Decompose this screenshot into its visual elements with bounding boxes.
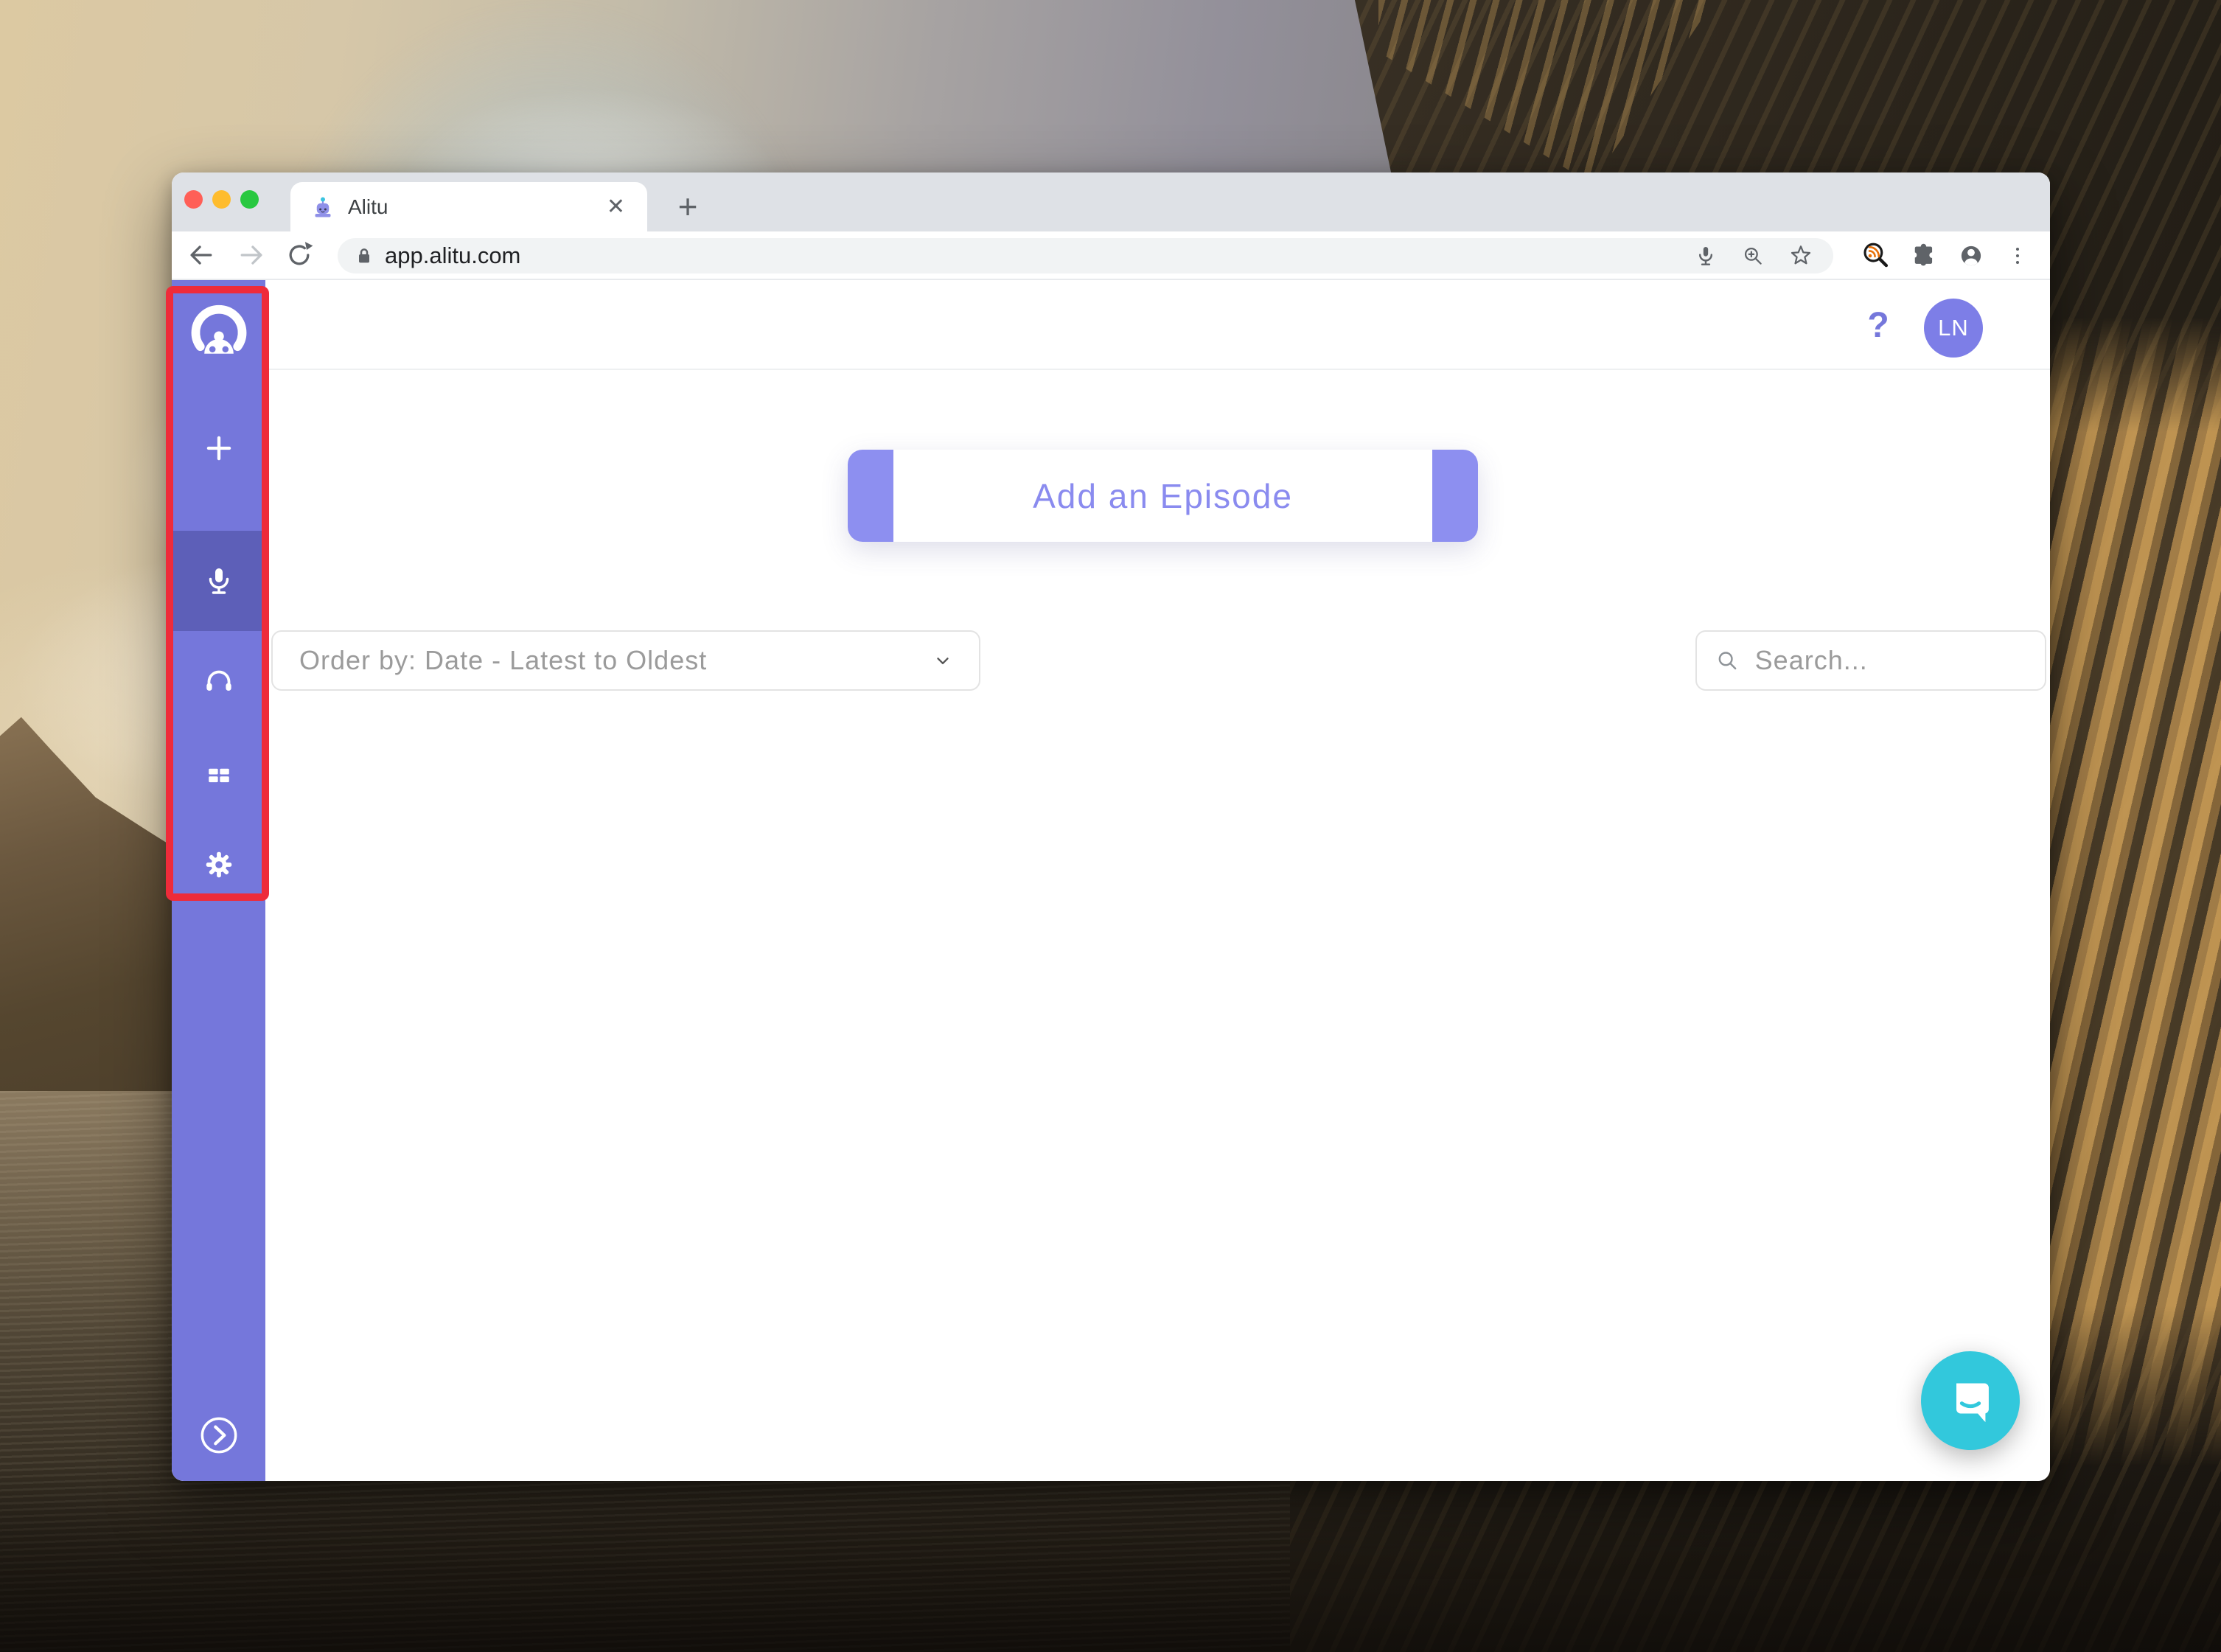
new-tab-button[interactable]: + xyxy=(664,183,711,230)
search-icon xyxy=(1718,652,1737,670)
robot-logo-icon xyxy=(191,304,246,354)
zoom-button[interactable] xyxy=(1740,243,1765,268)
lock-icon xyxy=(359,248,369,263)
reload-icon xyxy=(289,242,313,265)
order-by-value: Order by: Date - Latest to Oldest xyxy=(299,645,708,675)
grid-icon xyxy=(208,768,229,783)
back-arrow-icon xyxy=(190,245,212,265)
add-episode-button[interactable]: Add an Episode xyxy=(848,450,1478,542)
close-tab-icon[interactable]: ✕ xyxy=(604,194,628,220)
mic-icon xyxy=(1699,246,1712,265)
extensions-puzzle-icon xyxy=(1914,243,1933,266)
reload-button[interactable] xyxy=(282,238,316,272)
voice-search-button[interactable] xyxy=(1693,243,1718,268)
rss-finder-extension-button[interactable] xyxy=(1860,240,1891,271)
bookmark-button[interactable] xyxy=(1788,243,1814,269)
app-header xyxy=(265,280,2050,370)
alitu-app-page: ? LN Add an Episode Order by: Date - Lat… xyxy=(172,280,2050,1481)
sidebar-item-record[interactable] xyxy=(172,544,265,618)
tab-alitu[interactable]: Alitu ✕ xyxy=(290,182,647,231)
forward-arrow-icon xyxy=(240,245,262,265)
alitu-robot-favicon xyxy=(315,197,331,217)
address-bar[interactable]: app.alitu.com xyxy=(338,238,1833,273)
zoom-window-button[interactable] xyxy=(240,190,259,209)
user-avatar[interactable]: LN xyxy=(1924,299,1983,358)
sidebar-item-alitu-logo[interactable] xyxy=(172,300,265,374)
search-input[interactable] xyxy=(1753,644,2027,677)
back-button[interactable] xyxy=(184,238,217,272)
search-box xyxy=(1695,630,2046,691)
menu-kebab-icon xyxy=(2015,247,2020,265)
chevron-right-icon xyxy=(201,1417,237,1454)
rss-finder-extension-icon xyxy=(1863,243,1889,268)
sidebar-item-add[interactable] xyxy=(172,411,265,485)
sidebar-item-episodes[interactable] xyxy=(172,644,265,718)
minimize-window-button[interactable] xyxy=(212,190,231,209)
plus-icon xyxy=(206,436,231,461)
zoom-in-icon xyxy=(1744,247,1762,265)
window-controls xyxy=(184,190,259,209)
sidebar-collapse-button[interactable] xyxy=(172,1398,265,1472)
browser-window: Alitu ✕ + app.alitu.com ? LN Add an Epis… xyxy=(172,172,2050,1481)
intercom-chat-button[interactable] xyxy=(1921,1351,2020,1450)
add-episode-label: Add an Episode xyxy=(1033,476,1293,515)
sidebar-item-library[interactable] xyxy=(172,738,265,812)
headphones-icon xyxy=(206,670,231,691)
wallpaper-sunlit-ridge xyxy=(1378,0,1715,184)
intercom-chat-icon xyxy=(1956,1383,1989,1423)
wallpaper-golden-rock-strata xyxy=(2033,317,2221,1467)
gear-icon xyxy=(206,851,231,878)
close-window-button[interactable] xyxy=(184,190,203,209)
chevron-down-icon xyxy=(937,658,949,664)
wallpaper-dark-water xyxy=(0,1467,2221,1652)
wallpaper-left-cliff xyxy=(0,717,177,1179)
sidebar-item-settings[interactable] xyxy=(172,828,265,902)
microphone-icon xyxy=(209,568,229,594)
browser-toolbar: app.alitu.com xyxy=(172,231,2050,280)
forward-button[interactable] xyxy=(235,238,269,272)
tab-strip: Alitu ✕ + xyxy=(172,172,2050,231)
browser-profile-button[interactable] xyxy=(1956,240,1987,271)
extensions-button[interactable] xyxy=(1908,241,1938,271)
profile-icon xyxy=(1961,245,1981,266)
help-button[interactable]: ? xyxy=(1856,301,1900,349)
browser-menu-button[interactable] xyxy=(2004,243,2031,269)
bookmark-star-icon xyxy=(1791,245,1811,265)
order-by-select[interactable]: Order by: Date - Latest to Oldest xyxy=(271,630,980,691)
url-text: app.alitu.com xyxy=(385,243,521,268)
tab-title: Alitu xyxy=(348,195,388,218)
app-sidebar xyxy=(172,280,265,1481)
